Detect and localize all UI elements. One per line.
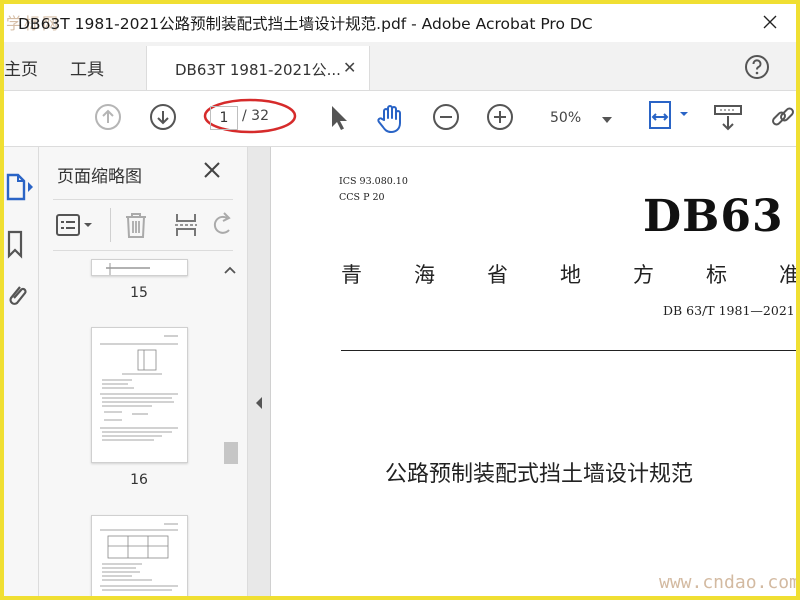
page-scroll-icon xyxy=(714,105,742,131)
acrobat-window: 学标网 DB63T 1981-2021公路预制装配式挡土墙设计规范.pdf - … xyxy=(4,4,796,596)
issuer-char: 省 xyxy=(487,263,508,287)
page-thumbnail[interactable] xyxy=(91,515,188,596)
next-page-button[interactable] xyxy=(149,103,177,135)
paperclip-icon xyxy=(9,286,27,305)
tab-bar: 主页 工具 DB63T 1981-2021公... ✕ xyxy=(4,42,796,91)
ics-code: ICS 93.080.10 xyxy=(339,176,408,187)
scrollbar-thumb[interactable] xyxy=(224,442,238,464)
title-bar: 学标网 DB63T 1981-2021公路预制装配式挡土墙设计规范.pdf - … xyxy=(4,4,796,42)
page-thumbnail[interactable] xyxy=(91,327,188,463)
close-icon xyxy=(204,162,220,178)
document-tab-close-button[interactable]: ✕ xyxy=(343,58,356,77)
options-menu-button[interactable] xyxy=(53,212,97,242)
arrow-up-circle-icon xyxy=(95,104,121,130)
panel-splitter[interactable] xyxy=(248,147,271,596)
panel-close-button[interactable] xyxy=(203,161,221,179)
header-rule xyxy=(341,350,796,351)
issuer-char: 准 xyxy=(779,263,796,287)
window-close-button[interactable] xyxy=(742,4,796,42)
rotate-icon xyxy=(213,212,231,234)
issuer-char: 标 xyxy=(706,263,727,287)
link-icon xyxy=(772,107,794,126)
chevron-down-icon xyxy=(602,117,612,123)
scroll-mode-button[interactable] xyxy=(712,103,744,137)
link-button[interactable] xyxy=(768,103,796,137)
thumbnail-page-number: 15 xyxy=(130,285,148,301)
page-thumbnails-icon xyxy=(6,173,33,201)
thumbnail-page-number: 16 xyxy=(130,472,148,488)
document-view[interactable]: ICS 93.080.10 CCS P 20 DB63 青 海 省 地 方 标 … xyxy=(271,147,796,596)
tab-document[interactable]: DB63T 1981-2021公... ✕ xyxy=(146,46,370,90)
trash-icon xyxy=(126,213,146,238)
document-title: 公路预制装配式挡土墙设计规范 xyxy=(385,462,694,487)
zoom-in-button[interactable] xyxy=(486,103,514,135)
tab-tools[interactable]: 工具 xyxy=(70,55,104,80)
arrow-down-circle-icon xyxy=(150,104,176,130)
plus-circle-icon xyxy=(487,104,513,130)
attachments-nav-button[interactable] xyxy=(4,279,34,317)
pointer-icon xyxy=(332,106,347,130)
fit-page-button[interactable] xyxy=(644,99,692,139)
tab-home[interactable]: 主页 xyxy=(4,55,38,80)
issuer-heading: 青 海 省 地 方 标 准 xyxy=(341,259,796,289)
window-title: DB63T 1981-2021公路预制装配式挡土墙设计规范.pdf - Adob… xyxy=(18,15,593,33)
page-total: / 32 xyxy=(242,108,269,124)
rotate-pages-button[interactable] xyxy=(211,210,235,244)
page-number-input[interactable]: 1 xyxy=(210,106,238,130)
close-icon xyxy=(763,15,777,29)
toolbar-divider xyxy=(110,208,111,242)
panel-title: 页面缩略图 xyxy=(57,167,142,187)
list-options-icon xyxy=(56,214,92,236)
collapse-panel-icon xyxy=(256,397,262,409)
help-icon xyxy=(745,55,769,79)
insert-pages-button[interactable] xyxy=(173,210,201,244)
issuer-char: 方 xyxy=(633,263,654,287)
scroll-up-icon xyxy=(224,266,236,274)
hand-icon xyxy=(377,105,401,133)
watermark-bottom: www.cndao.com xyxy=(659,572,796,593)
page-thumbnails-panel: 页面缩略图 15 16 xyxy=(39,147,248,596)
standard-code: DB 63/T 1981—2021 xyxy=(663,303,795,318)
previous-page-button[interactable] xyxy=(94,103,122,135)
issuer-char: 海 xyxy=(414,263,435,287)
delete-pages-button[interactable] xyxy=(123,210,149,244)
ccs-code: CCS P 20 xyxy=(339,192,385,203)
navigation-rail xyxy=(4,147,39,596)
help-button[interactable] xyxy=(744,54,770,80)
insert-page-icon xyxy=(175,214,197,236)
select-tool-button[interactable] xyxy=(324,103,352,137)
issuer-char: 地 xyxy=(560,263,581,287)
thumbnail-scrollbar[interactable] xyxy=(220,259,240,596)
zoom-out-button[interactable] xyxy=(432,103,460,135)
toolbar: 1 / 32 50% xyxy=(4,91,796,147)
hand-tool-button[interactable] xyxy=(374,103,408,139)
thumbnail-content xyxy=(100,523,178,591)
fit-width-icon xyxy=(649,101,688,129)
page-thumbnails-nav-button[interactable] xyxy=(4,169,34,209)
zoom-value: 50% xyxy=(550,110,582,126)
bookmarks-nav-button[interactable] xyxy=(4,227,34,265)
bookmark-icon xyxy=(7,230,23,259)
minus-circle-icon xyxy=(433,104,459,130)
panel-toolbar xyxy=(53,199,233,251)
thumbnail-content xyxy=(100,335,178,441)
document-tab-label: DB63T 1981-2021公... xyxy=(175,61,341,79)
db-label: DB63 xyxy=(643,191,784,242)
issuer-char: 青 xyxy=(341,263,362,287)
zoom-select[interactable]: 50% xyxy=(542,103,620,133)
thumbnail-content xyxy=(106,263,150,275)
page-thumbnail[interactable] xyxy=(91,259,188,276)
